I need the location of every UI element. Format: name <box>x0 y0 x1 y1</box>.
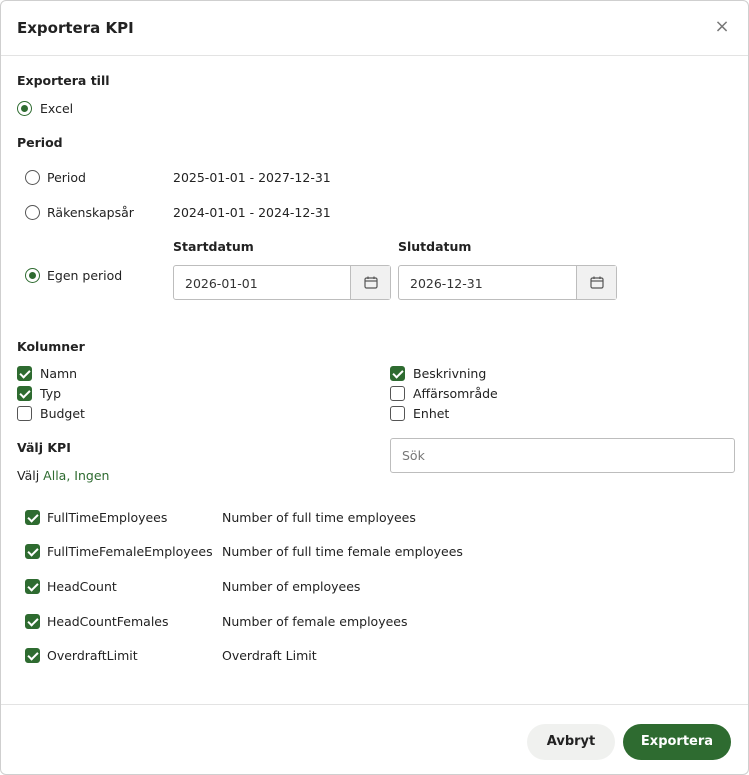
kpi-search-input[interactable] <box>390 438 735 473</box>
calendar-icon <box>364 276 378 289</box>
calendar-icon <box>590 276 604 289</box>
end-date-input[interactable]: 2026-12-31 <box>398 265 617 300</box>
kpi-name: HeadCountFemales <box>47 614 169 629</box>
close-icon[interactable]: × <box>710 15 734 39</box>
start-date-label: Startdatum <box>173 239 254 254</box>
excel-label: Excel <box>40 101 74 116</box>
end-date-value: 2026-12-31 <box>410 276 483 291</box>
kpi-checkbox[interactable] <box>25 614 40 629</box>
export-to-heading: Exportera till <box>17 73 110 88</box>
export-button[interactable]: Exportera <box>623 724 731 760</box>
kpi-name: FullTimeFemaleEmployees <box>47 544 213 559</box>
kpi-checkbox[interactable] <box>25 544 40 559</box>
kpi-description: Overdraft Limit <box>222 648 317 663</box>
period-heading: Period <box>17 135 63 150</box>
period-radio[interactable] <box>25 170 40 185</box>
kpi-checkbox[interactable] <box>25 648 40 663</box>
column-name-checkbox[interactable] <box>17 366 32 381</box>
kpi-name: FullTimeEmployees <box>47 510 168 525</box>
start-date-value: 2026-01-01 <box>185 276 258 291</box>
column-name-label: Namn <box>40 366 78 381</box>
custom-period-label: Egen period <box>47 268 123 283</box>
column-business-area-label: Affärsområde <box>413 386 498 401</box>
kpi-description: Number of employees <box>222 579 361 594</box>
kpi-heading: Välj KPI <box>17 440 71 455</box>
period-range: 2025-01-01 - 2027-12-31 <box>173 170 331 185</box>
kpi-description: Number of full time employees <box>222 510 416 525</box>
column-unit-label: Enhet <box>413 406 450 421</box>
start-date-picker-button[interactable] <box>350 266 390 299</box>
column-type-checkbox[interactable] <box>17 386 32 401</box>
kpi-select-row: Välj Alla, Ingen <box>17 468 109 483</box>
dialog-footer: Avbryt Exportera <box>1 704 748 774</box>
kpi-description: Number of full time female employees <box>222 544 463 559</box>
custom-period-radio[interactable] <box>25 268 40 283</box>
end-date-picker-button[interactable] <box>576 266 616 299</box>
column-business-area-checkbox[interactable] <box>390 386 405 401</box>
kpi-name: OverdraftLimit <box>47 648 138 663</box>
fiscal-year-range: 2024-01-01 - 2024-12-31 <box>173 205 331 220</box>
export-kpi-dialog: Exportera KPI × Exportera till Excel Per… <box>0 0 749 775</box>
columns-heading: Kolumner <box>17 339 85 354</box>
column-unit-checkbox[interactable] <box>390 406 405 421</box>
column-budget-checkbox[interactable] <box>17 406 32 421</box>
kpi-description: Number of female employees <box>222 614 408 629</box>
select-none-link[interactable]: Ingen <box>74 468 109 483</box>
select-prefix: Välj <box>17 468 40 483</box>
select-all-link[interactable]: Alla, <box>43 468 70 483</box>
end-date-label: Slutdatum <box>398 239 472 254</box>
column-description-checkbox[interactable] <box>390 366 405 381</box>
excel-radio[interactable] <box>17 101 32 116</box>
period-option-label: Period <box>47 170 86 185</box>
column-description-label: Beskrivning <box>413 366 487 381</box>
start-date-input[interactable]: 2026-01-01 <box>173 265 391 300</box>
kpi-checkbox[interactable] <box>25 510 40 525</box>
dialog-header: Exportera KPI × <box>1 1 748 56</box>
kpi-checkbox[interactable] <box>25 579 40 594</box>
column-type-label: Typ <box>40 386 62 401</box>
column-budget-label: Budget <box>40 406 85 421</box>
cancel-button[interactable]: Avbryt <box>527 724 615 760</box>
dialog-title: Exportera KPI <box>17 19 134 37</box>
fiscal-year-label: Räkenskapsår <box>47 205 134 220</box>
kpi-name: HeadCount <box>47 579 117 594</box>
fiscal-year-radio[interactable] <box>25 205 40 220</box>
